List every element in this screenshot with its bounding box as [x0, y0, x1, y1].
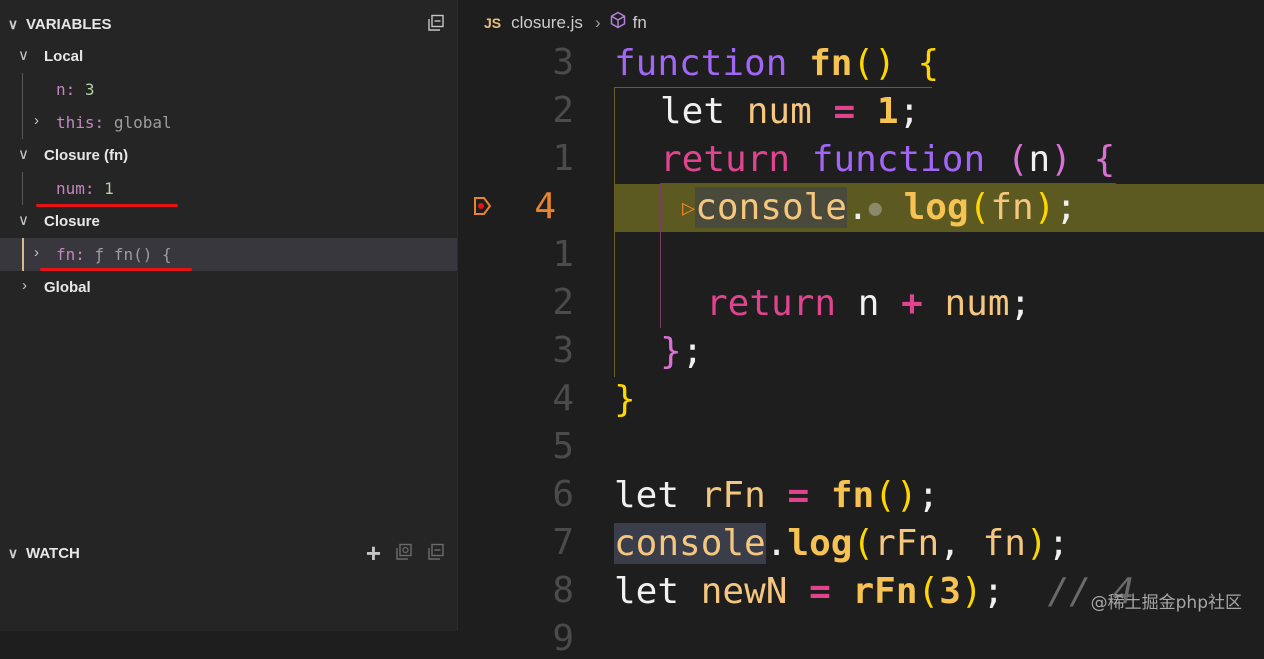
- scope-closure-fn-label: Closure (fn): [44, 147, 129, 164]
- variable-value: ƒ fn() {: [94, 245, 172, 264]
- variables-section-header[interactable]: ∨ VARIABLES: [0, 11, 457, 37]
- line-number: 9: [552, 618, 574, 659]
- scope-closure[interactable]: ∨ Closure: [0, 205, 457, 238]
- line-number: 2: [552, 90, 574, 131]
- debug-sidebar: ∨ VARIABLES ∨ Local n: 3 › this: global …: [0, 0, 457, 631]
- chevron-down-icon[interactable]: ∨: [0, 16, 26, 33]
- chevron-down-icon[interactable]: ∨: [18, 46, 29, 64]
- watermark: @稀土掘金php社区: [1090, 593, 1242, 613]
- breadcrumb: JS closure.js › fn: [458, 0, 1264, 45]
- variable-fn[interactable]: › fn: ƒ fn() {: [0, 238, 457, 271]
- code-line[interactable]: };: [660, 328, 703, 376]
- code-line[interactable]: return function (n) {: [660, 136, 1115, 184]
- scope-local-label: Local: [44, 48, 84, 65]
- scope-closure-label: Closure: [44, 213, 100, 230]
- bracket-guide: [660, 184, 661, 328]
- scope-global-label: Global: [44, 279, 91, 296]
- code-editor[interactable]: JS closure.js › fn 3 2 1 4 1 2 3 4 5 6 7…: [458, 0, 1264, 659]
- inline-breakpoint-icon: ▷: [682, 196, 696, 221]
- variable-name: fn:: [56, 245, 85, 264]
- chevron-right-icon[interactable]: ›: [22, 277, 27, 294]
- function-symbol-icon: [609, 11, 627, 34]
- scope-closure-fn[interactable]: ∨ Closure (fn): [0, 139, 457, 172]
- variable-value: global: [113, 113, 172, 132]
- line-number: 4: [552, 378, 574, 419]
- bracket-guide: [614, 87, 615, 377]
- code-line[interactable]: function fn() {: [614, 40, 939, 88]
- variable-this[interactable]: › this: global: [0, 106, 457, 139]
- chevron-right-icon[interactable]: ›: [34, 112, 39, 129]
- variable-value: 3: [84, 80, 95, 99]
- code-line[interactable]: let newN = rFn(3); // 4: [614, 568, 1134, 616]
- line-number: 3: [552, 330, 574, 371]
- line-number: 6: [552, 474, 574, 515]
- chevron-down-icon[interactable]: ∨: [18, 145, 29, 163]
- code-line[interactable]: return n + num;: [706, 280, 1031, 328]
- variable-n[interactable]: n: 3: [0, 73, 457, 106]
- watch-section-header[interactable]: ∨ WATCH +: [0, 540, 457, 566]
- variable-name: n:: [56, 80, 76, 99]
- line-number: 5: [552, 426, 574, 467]
- variable-name: this:: [56, 113, 105, 132]
- breadcrumb-file[interactable]: closure.js: [511, 13, 583, 33]
- variable-value: 1: [104, 179, 114, 198]
- code-line[interactable]: }: [614, 376, 636, 424]
- line-number: 1: [552, 138, 574, 179]
- collapse-all-icon[interactable]: [427, 14, 445, 35]
- line-number: 1: [552, 234, 574, 275]
- collapse-all-icon[interactable]: [427, 543, 445, 564]
- plus-icon[interactable]: +: [366, 540, 381, 566]
- code-line[interactable]: let num = 1;: [660, 88, 920, 136]
- watch-title: WATCH: [26, 544, 80, 562]
- code-line[interactable]: let rFn = fn();: [614, 472, 939, 520]
- line-number: 3: [552, 42, 574, 83]
- variable-num[interactable]: num: 1: [0, 172, 457, 205]
- scope-local[interactable]: ∨ Local: [0, 40, 457, 73]
- chevron-right-icon: ›: [594, 12, 601, 32]
- refresh-icon[interactable]: [395, 543, 413, 564]
- chevron-down-icon[interactable]: ∨: [0, 545, 26, 562]
- line-number: 7: [552, 522, 574, 563]
- code-line[interactable]: console.log(rFn, fn);: [614, 520, 1069, 568]
- variables-title: VARIABLES: [26, 15, 112, 33]
- code-line-current[interactable]: ▷console.● log(fn);: [682, 184, 1077, 233]
- line-number: 8: [552, 570, 574, 611]
- selection-indicator: [22, 238, 24, 271]
- chevron-right-icon[interactable]: ›: [34, 244, 39, 261]
- debug-pointer-icon[interactable]: [472, 196, 492, 216]
- scope-global[interactable]: › Global: [0, 271, 457, 304]
- breadcrumb-symbol[interactable]: fn: [633, 13, 647, 33]
- chevron-down-icon[interactable]: ∨: [18, 211, 29, 229]
- current-line-number: 4: [534, 186, 556, 227]
- js-file-icon: JS: [484, 14, 502, 31]
- line-number: 2: [552, 282, 574, 323]
- variable-name: num:: [56, 179, 95, 198]
